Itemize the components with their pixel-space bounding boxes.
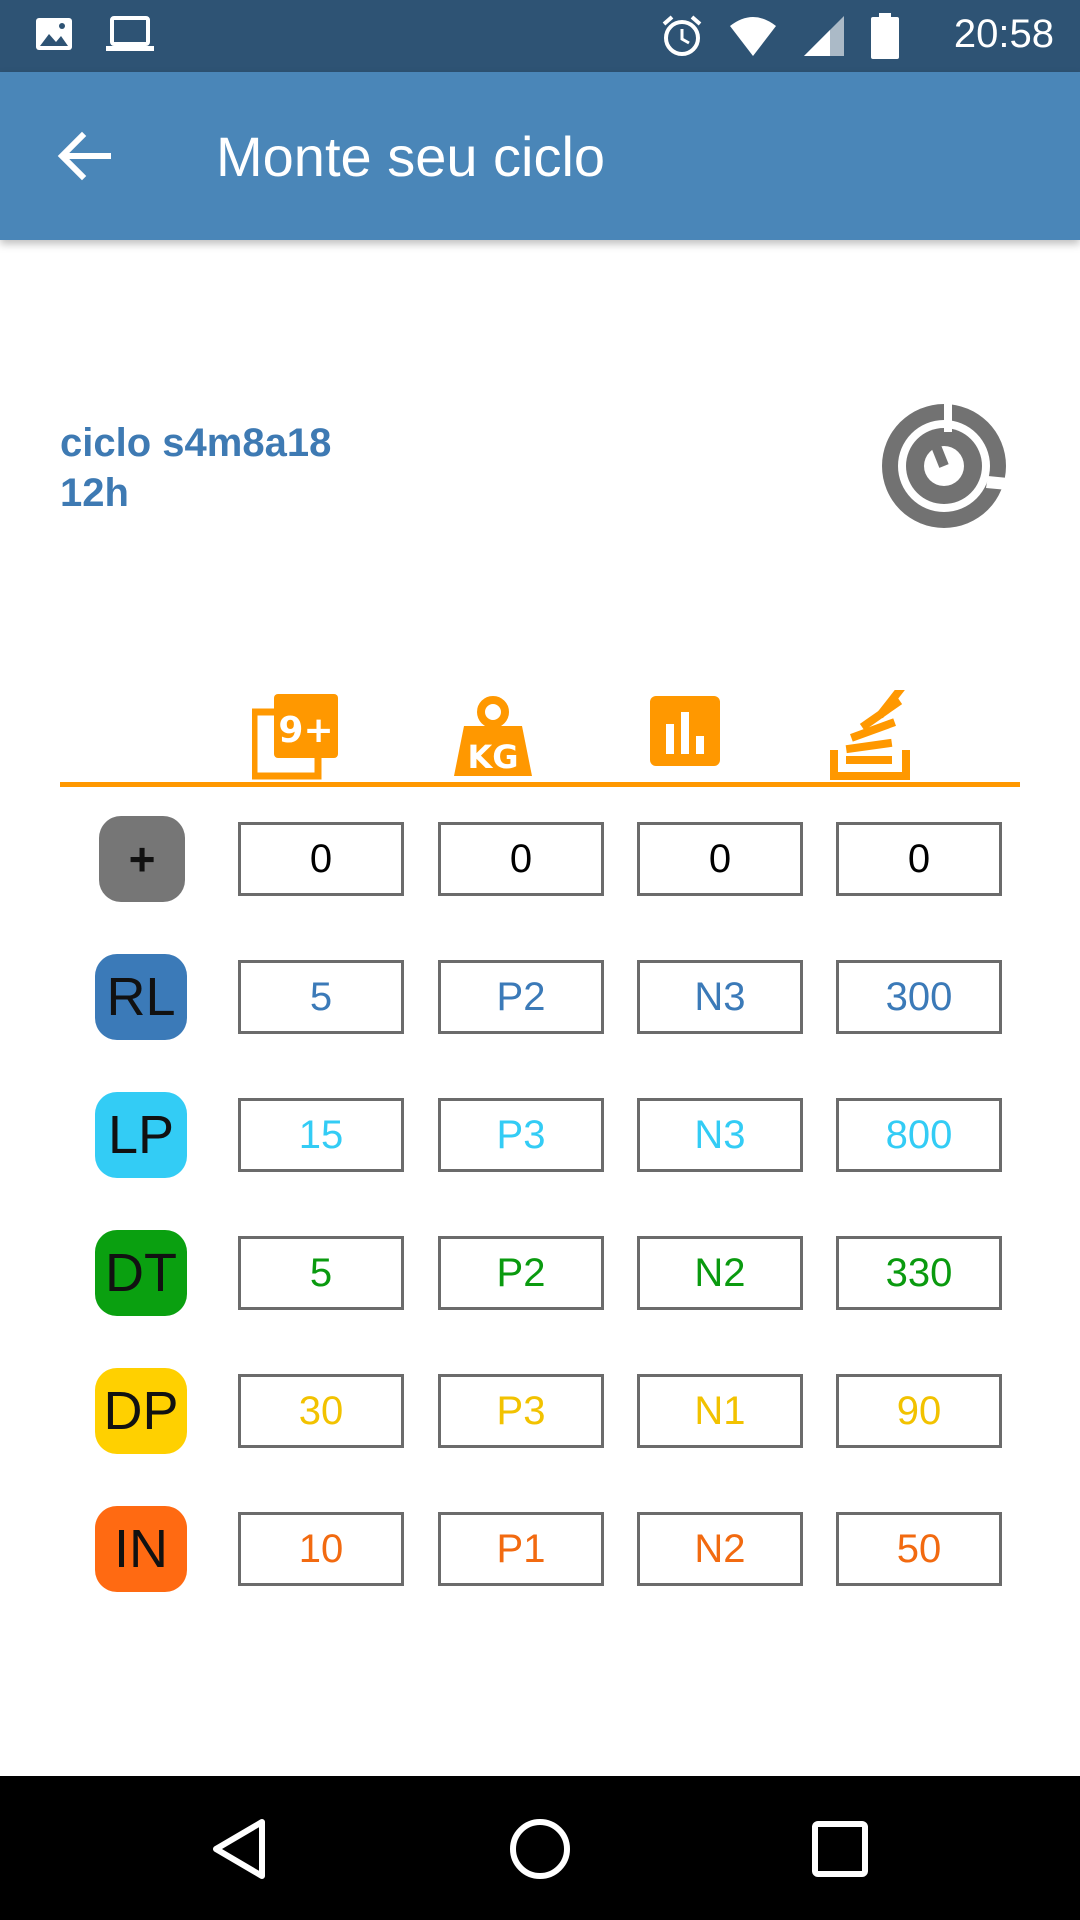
navigation-bar [0,1776,1080,1920]
back-triangle-icon[interactable] [206,1814,276,1884]
bar-chart-icon [650,696,720,766]
value-field[interactable]: 15 [238,1098,404,1172]
app-bar: Monte seu ciclo [0,72,1080,240]
row-badge[interactable]: DP [95,1368,187,1454]
value-field[interactable]: N1 [637,1374,803,1448]
row-badge[interactable]: LP [95,1092,187,1178]
battery-icon [871,13,899,59]
table-row: IN 10 P1 N2 50 [0,1506,1080,1592]
add-row-button[interactable]: + [99,816,185,902]
value-field[interactable]: 0 [836,822,1002,896]
stack-icon [830,690,910,780]
value-field[interactable]: 300 [836,960,1002,1034]
table-row: DP 30 P3 N1 90 [0,1368,1080,1454]
home-circle-icon[interactable] [505,1814,575,1884]
value-field[interactable]: N3 [637,1098,803,1172]
weight-kg-icon: KG [454,696,532,776]
value-field[interactable]: N2 [637,1236,803,1310]
value-field[interactable]: 5 [238,1236,404,1310]
table-row: +0 0 0 0 [0,816,1080,902]
cycle-name: ciclo s4m8a18 [60,421,332,465]
value-field[interactable]: 330 [836,1236,1002,1310]
row-badge[interactable]: IN [95,1506,187,1592]
cycle-info: ciclo s4m8a18 12h [60,418,331,518]
page-title: Monte seu ciclo [216,125,606,188]
column-header-icons: 9+ KG [60,690,1020,782]
value-field[interactable]: 30 [238,1374,404,1448]
value-field[interactable]: P3 [438,1098,604,1172]
value-field[interactable]: N3 [637,960,803,1034]
value-field[interactable]: P2 [438,960,604,1034]
cycle-icon[interactable] [880,402,1008,530]
value-field[interactable]: 0 [238,822,404,896]
arrow-back-icon[interactable] [56,130,112,182]
image-icon [36,18,72,50]
header-divider [60,782,1020,787]
table-row: RL 5 P2 N3 300 [0,954,1080,1040]
status-left-icons [34,14,156,54]
alarm-icon [662,15,702,56]
wifi-icon [730,17,776,56]
svg-text:9+: 9+ [278,710,333,751]
status-time: 20:58 [953,12,1054,56]
row-badge[interactable]: DT [95,1230,187,1316]
svg-text:KG: KG [467,738,518,776]
value-field[interactable]: P2 [438,1236,604,1310]
value-field[interactable]: 800 [836,1098,1002,1172]
value-field[interactable]: 50 [836,1512,1002,1586]
value-field[interactable]: P3 [438,1374,604,1448]
value-field[interactable]: 0 [438,822,604,896]
row-badge[interactable]: RL [95,954,187,1040]
laptop-icon [106,16,154,51]
table-row: DT 5 P2 N2 330 [0,1230,1080,1316]
recents-square-icon[interactable] [805,1814,875,1884]
status-bar: 20:58 [0,0,1080,72]
value-field[interactable]: P1 [438,1512,604,1586]
table-row: LP 15 P3 N3 800 [0,1092,1080,1178]
value-field[interactable]: 10 [238,1512,404,1586]
value-field[interactable]: 0 [637,822,803,896]
value-field[interactable]: 5 [238,960,404,1034]
value-field[interactable]: 90 [836,1374,1002,1448]
signal-icon [804,16,844,56]
counter-9plus-icon: 9+ [252,694,338,780]
value-field[interactable]: N2 [637,1512,803,1586]
status-right-icons [660,12,900,60]
cycle-duration: 12h [60,471,129,515]
